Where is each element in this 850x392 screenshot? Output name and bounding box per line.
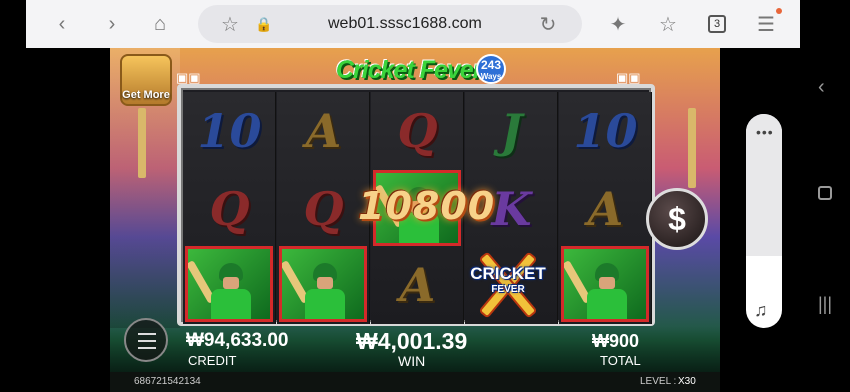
floodlight-right [688,108,696,188]
bookmark-star-icon[interactable]: ☆ [218,12,242,36]
reel-symbol: Q [303,182,344,236]
wild-symbol: CRICKET FEVER [460,244,556,324]
browser-toolbar: ‹ › ⌂ ☆ 🔒 web01.sssc1688.com ↻ ✦ ☆ 3 ☰ [26,0,800,48]
logo-text: Cricket Fever [336,56,482,84]
reel-symbol: A [305,104,342,158]
player-symbol-win [185,246,273,322]
ways-number: 243 [480,58,502,72]
bet-coin-button[interactable]: $ [646,188,708,250]
cricketer-icon [188,255,259,319]
tabs-icon[interactable]: 3 [708,15,726,33]
reel-symbol: 10 [573,104,638,158]
reel-1: 10 Q [183,92,276,324]
reload-icon[interactable]: ↻ [536,12,560,36]
get-more-button[interactable]: Get More [120,54,172,106]
win-value: ₩4,001.39 [356,328,468,354]
ways-label: Ways [480,72,502,81]
hamburger-menu-button[interactable] [124,318,168,362]
nav-recents-icon[interactable]: ||| [818,294,832,315]
level-label: LEVEL : [640,376,677,387]
system-navigation: ‹ ||| [800,0,850,392]
reel-symbol: A [587,182,624,236]
nav-home-icon[interactable] [818,186,832,200]
wild-text: CRICKET [470,264,546,283]
reel-symbol: 10 [197,104,262,158]
star-plus-icon[interactable]: ☆ [656,12,680,36]
credit-value: ₩94,633.00 [186,330,289,351]
back-icon[interactable]: ‹ [50,12,74,36]
lock-icon: 🔒 [255,15,273,32]
floating-control-panel[interactable]: ••• ♫ [746,114,782,328]
reel-symbol: Q [209,182,250,236]
status-strip: 686721542134 LEVEL : X30 [110,372,720,392]
more-dots-icon[interactable]: ••• [756,124,774,140]
address-bar[interactable]: ☆ 🔒 web01.sssc1688.com ↻ [198,5,582,43]
game-canvas[interactable]: ▣▣ ▣▣ Get More Cricket Fever 243 Ways 10… [110,48,720,392]
total-value: ₩900 [592,331,640,351]
reel-2: A Q [277,92,370,324]
player-symbol-win [561,246,649,322]
win-amount-popup: 10800 [358,184,496,228]
session-id: 686721542134 [134,376,201,387]
menu-icon[interactable]: ☰ [754,12,778,36]
dollar-icon: $ [668,200,686,237]
total-label: TOTAL [600,353,641,368]
cricketer-icon [282,255,353,319]
get-more-label: Get More [122,89,170,101]
url-text[interactable]: web01.sssc1688.com [328,15,482,33]
reel-5: 10 A [559,92,652,324]
reel-symbol: A [399,258,436,312]
notification-dot [776,8,782,14]
credit-label: CREDIT [188,353,237,368]
floodlight-left [138,108,146,178]
home-icon[interactable]: ⌂ [148,12,172,36]
wild-subtext: FEVER [491,284,525,295]
player-symbol-win [279,246,367,322]
cricketer-icon [564,255,635,319]
reel-symbol: Q [397,104,438,158]
music-note-icon[interactable]: ♫ [754,300,768,321]
reel-symbol: J [500,104,523,158]
sparkle-icon[interactable]: ✦ [606,12,630,36]
win-label: WIN [398,353,426,369]
level-value: X30 [678,376,696,387]
ways-badge: 243 Ways [476,54,506,84]
forward-icon[interactable]: › [100,12,124,36]
nav-back-icon[interactable]: ‹ [818,76,825,99]
